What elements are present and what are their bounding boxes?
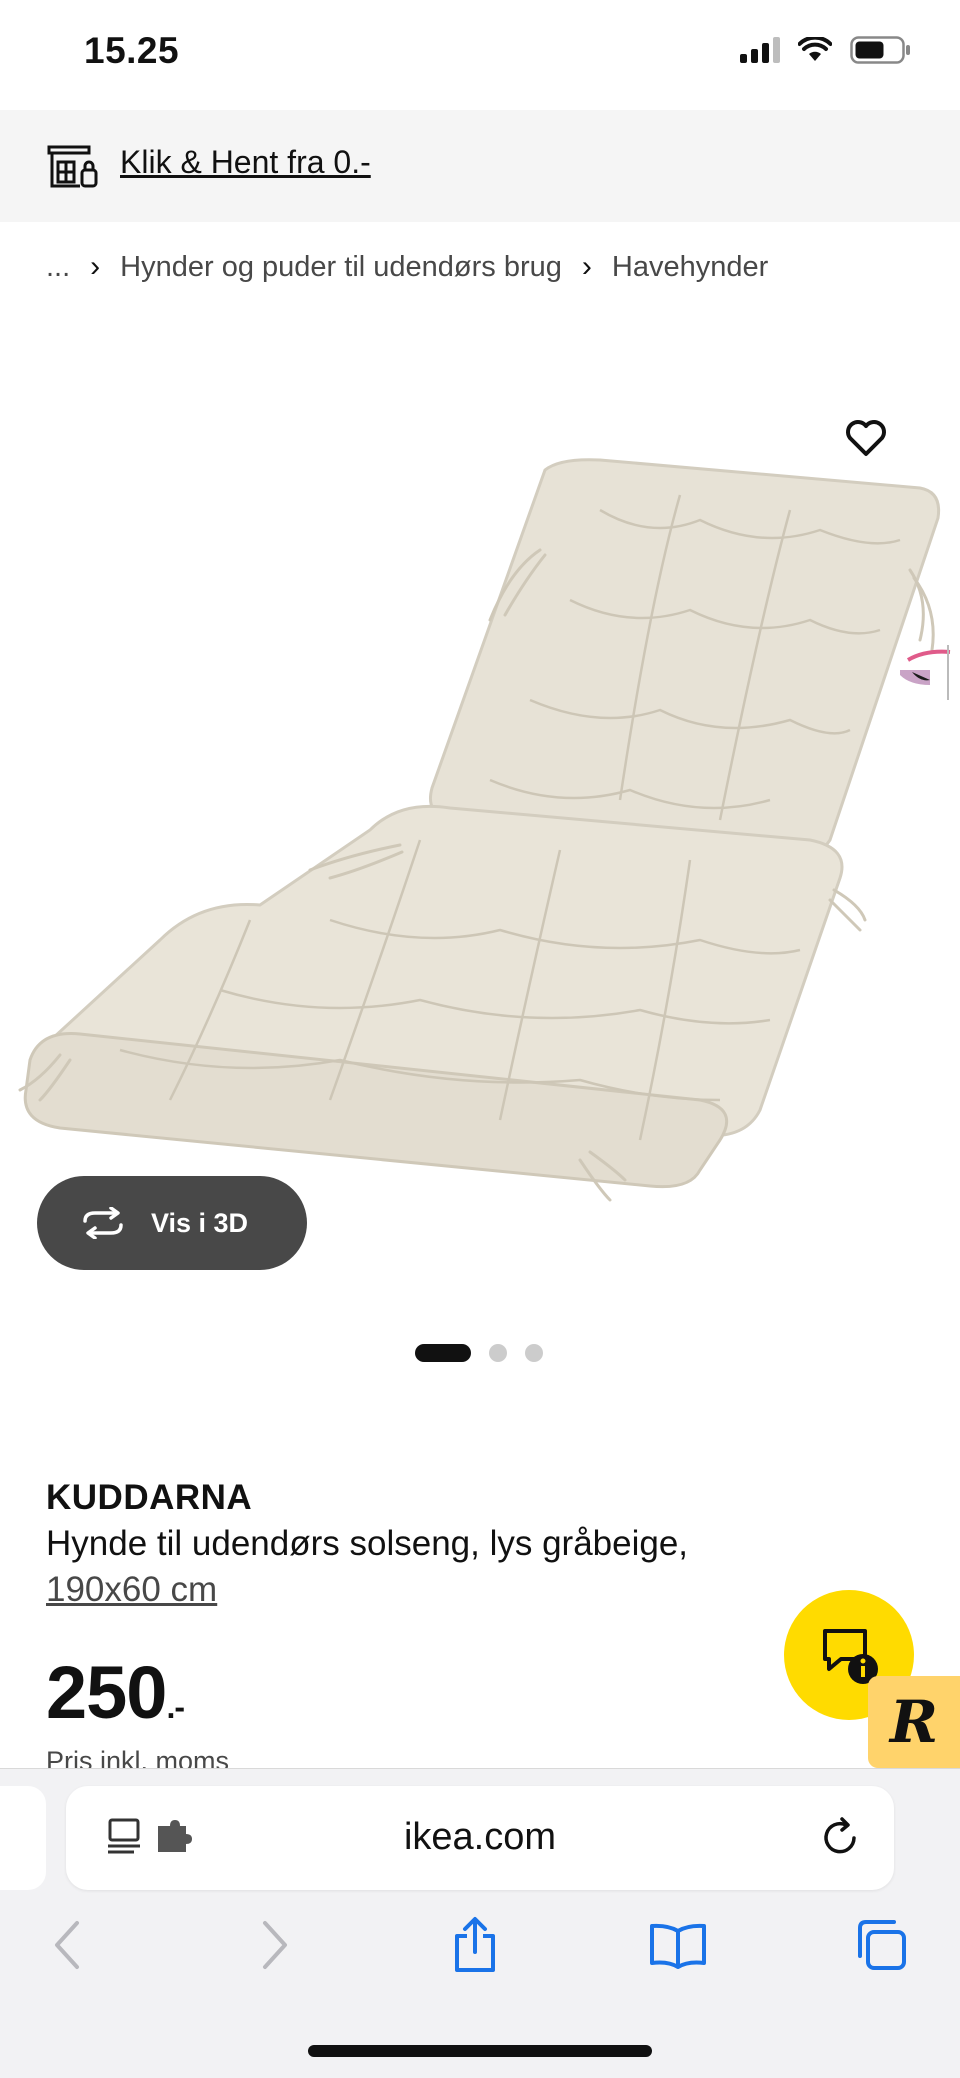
wifi-icon — [798, 37, 832, 61]
breadcrumb-item-garden-cushions[interactable]: Havehynder — [612, 251, 768, 284]
home-indicator — [308, 2045, 652, 2057]
rotate-3d-icon — [83, 1207, 123, 1239]
share-icon — [455, 1917, 495, 1972]
pagination-dot-2[interactable] — [489, 1344, 507, 1362]
back-icon — [55, 1921, 79, 1969]
forward-button[interactable] — [240, 1910, 310, 1980]
favorite-button[interactable] — [840, 412, 892, 464]
back-button[interactable] — [32, 1910, 102, 1980]
battery-icon — [850, 36, 910, 64]
bookmarks-button[interactable] — [643, 1910, 713, 1980]
product-price: 250.- — [46, 1650, 185, 1735]
view-3d-button[interactable]: Vis i 3D — [37, 1176, 307, 1270]
share-button[interactable] — [440, 1910, 510, 1980]
gallery-pagination — [415, 1344, 543, 1362]
heart-icon — [846, 420, 886, 456]
product-name: KUDDARNA — [46, 1478, 253, 1517]
pagination-dot-1[interactable] — [415, 1344, 471, 1362]
store-pickup-icon — [47, 145, 98, 188]
bookmarks-icon — [650, 1923, 706, 1969]
chevron-right-icon: › — [90, 250, 101, 283]
price-note: Pris inkl. moms — [46, 1746, 230, 1770]
next-image-peek — [900, 645, 951, 700]
product-description: Hynde til udendørs solseng, lys gråbeige… — [46, 1524, 689, 1563]
price-value: 250 — [46, 1651, 167, 1734]
price-suffix: .- — [166, 1689, 185, 1725]
cushion-illustration — [18, 458, 941, 1202]
tabs-button[interactable] — [846, 1910, 916, 1980]
cellular-signal-icon — [740, 37, 780, 63]
breadcrumb-ellipsis[interactable]: ... — [46, 251, 70, 284]
reload-icon[interactable] — [816, 1814, 864, 1862]
click-and-collect-link[interactable]: Klik & Hent fra 0.- — [120, 144, 371, 181]
url-text: ikea.com — [403, 1816, 557, 1858]
address-bar[interactable]: ikea.com — [66, 1786, 894, 1890]
promo-bar: Klik & Hent fra 0.- — [0, 110, 960, 222]
breadcrumb: ... › Hynder og puder til udendørs brug … — [46, 250, 768, 284]
pagination-dot-3[interactable] — [525, 1344, 543, 1362]
browser-toolbar — [0, 1910, 960, 1990]
product-size-link[interactable]: 190x60 cm — [46, 1570, 217, 1610]
view-3d-label: Vis i 3D — [151, 1207, 249, 1238]
tabs-icon — [858, 1920, 906, 1970]
previous-tab-peek[interactable] — [0, 1786, 46, 1890]
r-extension-badge[interactable]: R — [868, 1676, 960, 1768]
status-icons — [740, 36, 912, 64]
status-bar: 15.25 — [0, 0, 960, 110]
status-time: 15.25 — [84, 30, 180, 71]
forward-icon — [263, 1921, 287, 1969]
breadcrumb-item-cushions[interactable]: Hynder og puder til udendørs brug — [120, 251, 562, 284]
chevron-right-icon: › — [581, 250, 592, 283]
